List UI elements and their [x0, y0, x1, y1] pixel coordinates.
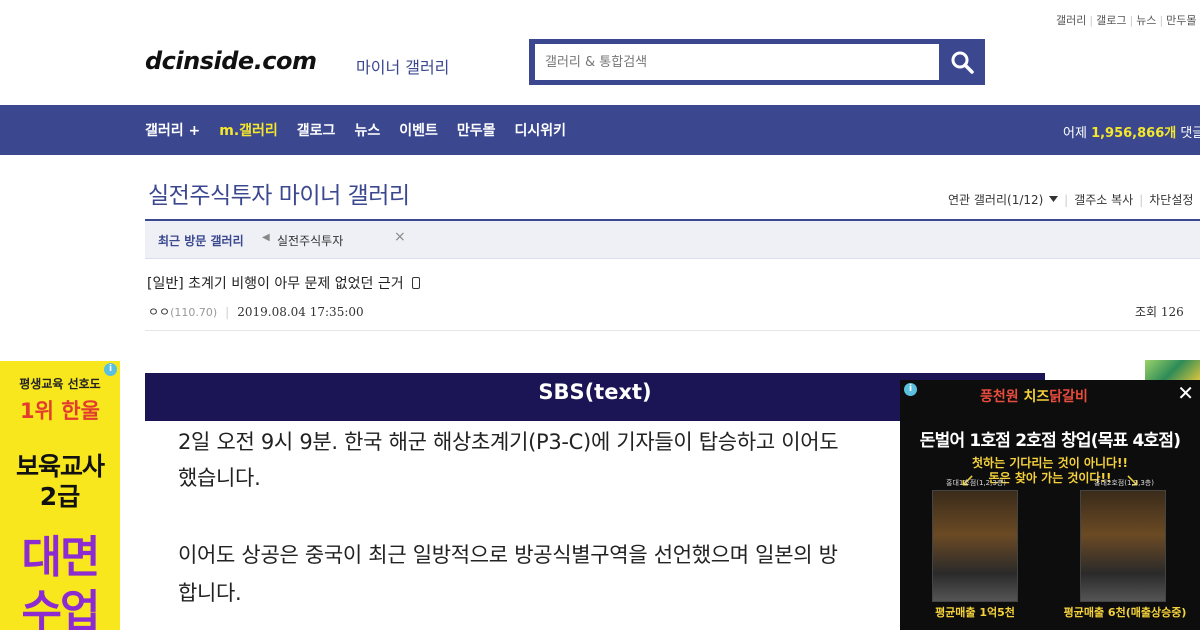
post-date: 2019.08.04 17:35:00 — [237, 305, 364, 319]
nav-news[interactable]: 뉴스 — [354, 120, 380, 140]
ad-headline: 돈벌어 1호점 2호점 창업(목표 4호점) — [919, 431, 1181, 451]
nav-wiki[interactable]: 디시위키 — [514, 120, 566, 140]
ad-info-icon[interactable]: i — [904, 383, 917, 396]
search-bar — [529, 39, 985, 85]
ad-slogan-line-1: 첫하는 기다리는 것이 아니다!! — [972, 456, 1128, 470]
body-paragraph-1-cont: 했습니다. — [178, 466, 261, 490]
top-link-gallery[interactable]: 갤러리 — [1056, 14, 1086, 27]
ad-revenue-2: 평균매출 6천(매출상승중) — [1063, 606, 1187, 619]
post-author[interactable]: ㅇㅇ — [148, 305, 170, 319]
caret-down-icon[interactable] — [1049, 196, 1059, 203]
ad-shop-caption-1: 홍대1호점(1,2,3층) — [946, 479, 1006, 487]
nav-event[interactable]: 이벤트 — [399, 120, 438, 140]
main-nav-bar: 갤러리 + m.갤러리 갤로그 뉴스 이벤트 만두몰 디시위키 어제 1,956… — [0, 105, 1200, 155]
block-settings-button[interactable]: 차단설정 — [1149, 193, 1193, 207]
right-popup-ad[interactable]: i ✕ 풍천원 치즈닭갈비 돈벌어 1호점 2호점 창업(목표 4호점) 첫하는… — [900, 380, 1200, 630]
site-logo[interactable]: dcinside.com — [145, 47, 317, 75]
gallery-title[interactable]: 실전주식투자 마이너 갤러리 — [148, 176, 410, 210]
ad-left-line-1: 평생교육 선호도 — [19, 377, 101, 391]
ad-shop-photo-1: 홍대1호점(1,2,3층) — [932, 479, 1018, 602]
post-divider — [145, 330, 1200, 331]
stats-suffix: 댓글 — [1180, 126, 1200, 141]
left-ad-banner[interactable]: i 평생교육 선호도 1위 한울 보육교사 2급 대면 수업 — [0, 361, 120, 630]
recent-visits-label: 최근 방문 갤러리 — [158, 234, 244, 248]
comment-stats: 어제 1,956,866개 댓글 — [1063, 122, 1200, 141]
top-link-mall[interactable]: 만두몰 — [1166, 14, 1196, 27]
search-icon — [951, 51, 974, 74]
ad-left-line-2: 1위 한울 — [20, 399, 100, 423]
post-title: [일반] 초계기 비행이 아무 문제 없었던 근거 — [147, 273, 420, 293]
gallery-tools: 연관 갤러리(1/12) | 갤주소 복사 | 차단설정 — [948, 193, 1194, 207]
prev-arrow-icon[interactable]: ◀ — [262, 232, 270, 243]
related-galleries-button[interactable]: 연관 갤러리(1/12) — [948, 193, 1043, 207]
ad-brand-part-b: 치즈 — [1018, 389, 1050, 405]
post-title-text: [일반] 초계기 비행이 아무 문제 없었던 근거 — [147, 276, 404, 292]
mobile-icon — [411, 277, 420, 289]
body-paragraph-2: 이어도 상공은 중국이 최근 일방적으로 방공식별구역을 선언했으며 일본의 방 — [178, 543, 838, 567]
post-ip: (110.70) — [170, 306, 218, 319]
search-button[interactable] — [939, 39, 985, 85]
stats-value: 1,956,866개 — [1091, 126, 1177, 141]
body-paragraph-1: 2일 오전 9시 9분. 한국 해군 해상초계기(P3-C)에 기자들이 탑승하… — [178, 430, 839, 454]
top-util-links: 갤러리 | 갤로그 | 뉴스 | 만두몰 — [1056, 14, 1197, 27]
nav-mall[interactable]: 만두몰 — [457, 120, 496, 140]
search-input[interactable] — [535, 44, 939, 80]
ad-brand: 풍천원 치즈닭갈비 — [980, 386, 1088, 406]
nav-gallery[interactable]: 갤러리 + — [145, 120, 200, 140]
body-paragraph-2-cont: 합니다. — [178, 581, 242, 605]
ad-revenue-1: 평균매출 1억5천 — [935, 606, 1015, 619]
post-meta: ㅇㅇ(110.70) | 2019.08.04 17:35:00 — [148, 305, 364, 319]
ad-shop-caption-2: 홍대2호점(1,2,3층) — [1094, 479, 1154, 487]
copy-address-button[interactable]: 갤주소 복사 — [1074, 193, 1133, 207]
recent-visits-bar: 최근 방문 갤러리 ◀ 실전주식투자 × — [145, 221, 1200, 259]
recent-visit-item[interactable]: 실전주식투자 — [277, 232, 343, 249]
ad-shop-photo-2: 홍대2호점(1,2,3층) — [1080, 479, 1166, 602]
ad-brand-part-a: 풍천원 — [980, 389, 1019, 405]
ad-left-line-4: 2급 — [39, 482, 81, 511]
top-link-gallog[interactable]: 갤로그 — [1096, 14, 1126, 27]
main-nav: 갤러리 + m.갤러리 갤로그 뉴스 이벤트 만두몰 디시위키 — [145, 105, 585, 155]
top-link-news[interactable]: 뉴스 — [1136, 14, 1156, 27]
right-ad-edge-image[interactable] — [1145, 360, 1200, 382]
nav-minor-gallery[interactable]: m.갤러리 — [219, 120, 278, 140]
ad-close-icon[interactable]: ✕ — [1177, 381, 1194, 405]
ad-brand-part-c: 닭갈비 — [1049, 389, 1088, 405]
stats-prefix: 어제 — [1063, 126, 1092, 141]
close-icon[interactable]: × — [394, 229, 406, 245]
ad-left-line-6: 수업 — [21, 586, 101, 630]
nav-gallog[interactable]: 갤로그 — [297, 120, 336, 140]
post-views: 조회 126 — [1135, 305, 1184, 319]
logo-subtitle[interactable]: 마이너 갤러리 — [356, 54, 449, 78]
